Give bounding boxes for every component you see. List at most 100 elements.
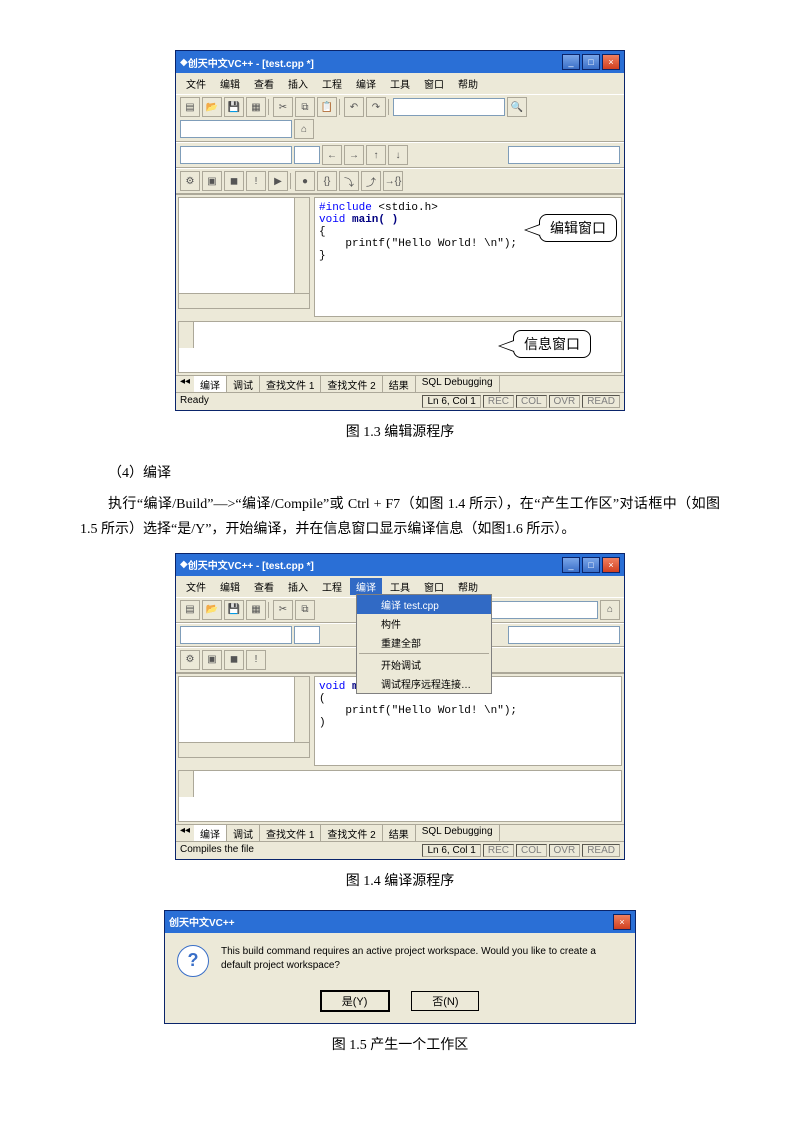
menu-edit[interactable]: 编辑 xyxy=(214,578,246,595)
run-icon[interactable]: ! xyxy=(246,650,266,670)
stepout-icon[interactable]: ⤴ xyxy=(361,171,381,191)
save-icon[interactable]: 💾 xyxy=(224,97,244,117)
tab-scroll-left[interactable]: ◂◂ xyxy=(176,376,194,392)
tab-build[interactable]: 编译 xyxy=(194,825,227,841)
menu-tools[interactable]: 工具 xyxy=(384,75,416,92)
paste-icon[interactable]: 📋 xyxy=(317,97,337,117)
cut-icon[interactable]: ✂ xyxy=(273,600,293,620)
cut-icon[interactable]: ✂ xyxy=(273,97,293,117)
build-icon[interactable]: ▣ xyxy=(202,171,222,191)
close-button[interactable]: × xyxy=(602,557,620,573)
member-combo[interactable] xyxy=(294,626,320,644)
home-icon[interactable]: ⌂ xyxy=(294,119,314,139)
menu-window[interactable]: 窗口 xyxy=(418,75,450,92)
workspace-pane[interactable] xyxy=(178,197,310,309)
menu-rebuild[interactable]: 重建全部 xyxy=(357,633,491,652)
go-icon[interactable]: ▶ xyxy=(268,171,288,191)
member-combo[interactable] xyxy=(294,146,320,164)
menu-project[interactable]: 工程 xyxy=(316,578,348,595)
tab-find2[interactable]: 查找文件 2 xyxy=(321,825,382,841)
copy-icon[interactable]: ⧉ xyxy=(295,600,315,620)
scrollbar-v[interactable] xyxy=(294,677,309,743)
menu-file[interactable]: 文件 xyxy=(180,578,212,595)
menu-tools[interactable]: 工具 xyxy=(384,578,416,595)
menu-help[interactable]: 帮助 xyxy=(452,75,484,92)
menu-insert[interactable]: 插入 xyxy=(282,578,314,595)
scrollbar-h[interactable] xyxy=(179,293,309,308)
cursor-icon[interactable]: →{} xyxy=(383,171,403,191)
compile-icon[interactable]: ⚙ xyxy=(180,171,200,191)
menu-help[interactable]: 帮助 xyxy=(452,578,484,595)
tab-debug[interactable]: 调试 xyxy=(227,376,260,392)
tab-results[interactable]: 结果 xyxy=(383,376,416,392)
saveall-icon[interactable]: ▦ xyxy=(246,97,266,117)
open-icon[interactable]: 📂 xyxy=(202,600,222,620)
no-button[interactable]: 否(N) xyxy=(411,991,479,1011)
stepinto-icon[interactable]: ⤵ xyxy=(339,171,359,191)
menu-compile[interactable]: 编译 test.cpp xyxy=(357,595,491,614)
menu-project[interactable]: 工程 xyxy=(316,75,348,92)
menu-build-item[interactable]: 构件 xyxy=(357,614,491,633)
close-button[interactable]: × xyxy=(602,54,620,70)
bp-icon[interactable]: ● xyxy=(295,171,315,191)
tab-debug[interactable]: 调试 xyxy=(227,825,260,841)
copy-icon[interactable]: ⧉ xyxy=(295,97,315,117)
scrollbar-v[interactable] xyxy=(294,198,309,294)
filter-combo[interactable] xyxy=(508,626,620,644)
stop-icon[interactable]: ◼ xyxy=(224,171,244,191)
menu-edit[interactable]: 编辑 xyxy=(214,75,246,92)
scrollbar-h[interactable] xyxy=(179,742,309,757)
output-pane[interactable]: 信息窗口 xyxy=(178,321,622,373)
compile-icon[interactable]: ⚙ xyxy=(180,650,200,670)
tab-find2[interactable]: 查找文件 2 xyxy=(321,376,382,392)
menu-build[interactable]: 编译 xyxy=(350,578,382,595)
stop-icon[interactable]: ◼ xyxy=(224,650,244,670)
up-icon[interactable]: ↑ xyxy=(366,145,386,165)
tab-scroll-left[interactable]: ◂◂ xyxy=(176,825,194,841)
config-combo[interactable] xyxy=(486,601,598,619)
tab-find1[interactable]: 查找文件 1 xyxy=(260,376,321,392)
menu-build[interactable]: 编译 xyxy=(350,75,382,92)
maximize-button[interactable]: □ xyxy=(582,557,600,573)
save-icon[interactable]: 💾 xyxy=(224,600,244,620)
new-icon[interactable]: ▤ xyxy=(180,600,200,620)
filter-combo[interactable] xyxy=(508,146,620,164)
tab-find1[interactable]: 查找文件 1 xyxy=(260,825,321,841)
editor-pane[interactable]: #include <stdio.h> void main( ) { printf… xyxy=(314,197,622,317)
redo-icon[interactable]: ↷ xyxy=(366,97,386,117)
menu-remote-debug[interactable]: 调试程序远程连接… xyxy=(357,674,491,693)
new-icon[interactable]: ▤ xyxy=(180,97,200,117)
build-icon[interactable]: ▣ xyxy=(202,650,222,670)
next-icon[interactable]: → xyxy=(344,145,364,165)
menu-view[interactable]: 查看 xyxy=(248,578,280,595)
class-combo[interactable] xyxy=(180,146,292,164)
output-pane[interactable] xyxy=(178,770,622,822)
dialog-close-button[interactable]: × xyxy=(613,914,631,930)
tab-results[interactable]: 结果 xyxy=(383,825,416,841)
home-icon[interactable]: ⌂ xyxy=(600,600,620,620)
tab-sql[interactable]: SQL Debugging xyxy=(416,825,500,841)
workspace-pane[interactable] xyxy=(178,676,310,758)
undo-icon[interactable]: ↶ xyxy=(344,97,364,117)
down-icon[interactable]: ↓ xyxy=(388,145,408,165)
prev-icon[interactable]: ← xyxy=(322,145,342,165)
tab-sql[interactable]: SQL Debugging xyxy=(416,376,500,392)
open-icon[interactable]: 📂 xyxy=(202,97,222,117)
menu-view[interactable]: 查看 xyxy=(248,75,280,92)
find-icon[interactable]: 🔍 xyxy=(507,97,527,117)
class-combo[interactable] xyxy=(180,626,292,644)
minimize-button[interactable]: _ xyxy=(562,557,580,573)
run-icon[interactable]: ! xyxy=(246,171,266,191)
menu-insert[interactable]: 插入 xyxy=(282,75,314,92)
menu-start-debug[interactable]: 开始调试 xyxy=(357,655,491,674)
menu-file[interactable]: 文件 xyxy=(180,75,212,92)
tab-build[interactable]: 编译 xyxy=(194,376,227,392)
saveall-icon[interactable]: ▦ xyxy=(246,600,266,620)
yes-button[interactable]: 是(Y) xyxy=(321,991,389,1011)
maximize-button[interactable]: □ xyxy=(582,54,600,70)
config-combo[interactable] xyxy=(180,120,292,138)
step-icon[interactable]: {} xyxy=(317,171,337,191)
minimize-button[interactable]: _ xyxy=(562,54,580,70)
menu-window[interactable]: 窗口 xyxy=(418,578,450,595)
workspace-combo[interactable] xyxy=(393,98,505,116)
